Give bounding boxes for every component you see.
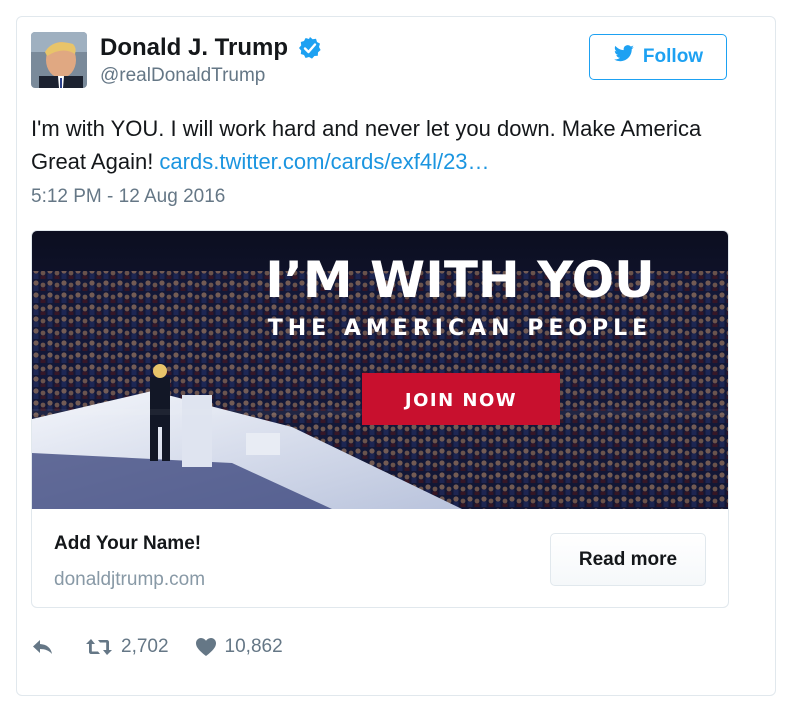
- retweet-count: 2,702: [121, 636, 169, 657]
- avatar[interactable]: [31, 32, 87, 88]
- card-subheadline: THE AMERICAN PEOPLE: [268, 316, 652, 341]
- card-title[interactable]: Add Your Name!: [54, 533, 201, 555]
- reply-button[interactable]: [31, 637, 55, 657]
- tweet-actions: 2,702 10,862: [31, 632, 283, 662]
- read-more-button[interactable]: Read more: [550, 533, 706, 586]
- heart-icon: [195, 638, 216, 656]
- tweet-timestamp[interactable]: 5:12 PM - 12 Aug 2016: [31, 186, 225, 208]
- author-handle[interactable]: @realDonaldTrump: [100, 65, 322, 87]
- reply-icon: [33, 640, 52, 654]
- tweet-text: I'm with YOU. I will work hard and never…: [31, 112, 711, 178]
- author-block: Donald J. Trump @realDonaldTrump: [100, 34, 322, 87]
- verified-badge-icon: [298, 36, 322, 60]
- join-now-label: JOIN NOW: [403, 390, 517, 411]
- like-count: 10,862: [224, 636, 283, 657]
- tweet-link[interactable]: cards.twitter.com/cards/exf4l/23…: [159, 149, 489, 174]
- twitter-bird-icon: [613, 45, 635, 69]
- author-display-name[interactable]: Donald J. Trump: [100, 34, 288, 62]
- card-headline: I’M WITH YOU: [265, 251, 654, 309]
- retweet-button[interactable]: 2,702: [85, 636, 169, 658]
- link-card[interactable]: I’M WITH YOU THE AMERICAN PEOPLE JOIN NO…: [31, 230, 729, 608]
- card-domain: donaldjtrump.com: [54, 569, 206, 590]
- follow-button[interactable]: Follow: [589, 34, 727, 80]
- like-button[interactable]: 10,862: [195, 636, 283, 658]
- follow-label: Follow: [642, 46, 704, 67]
- retweet-icon: [86, 639, 112, 655]
- card-image[interactable]: I’M WITH YOU THE AMERICAN PEOPLE JOIN NO…: [32, 231, 729, 509]
